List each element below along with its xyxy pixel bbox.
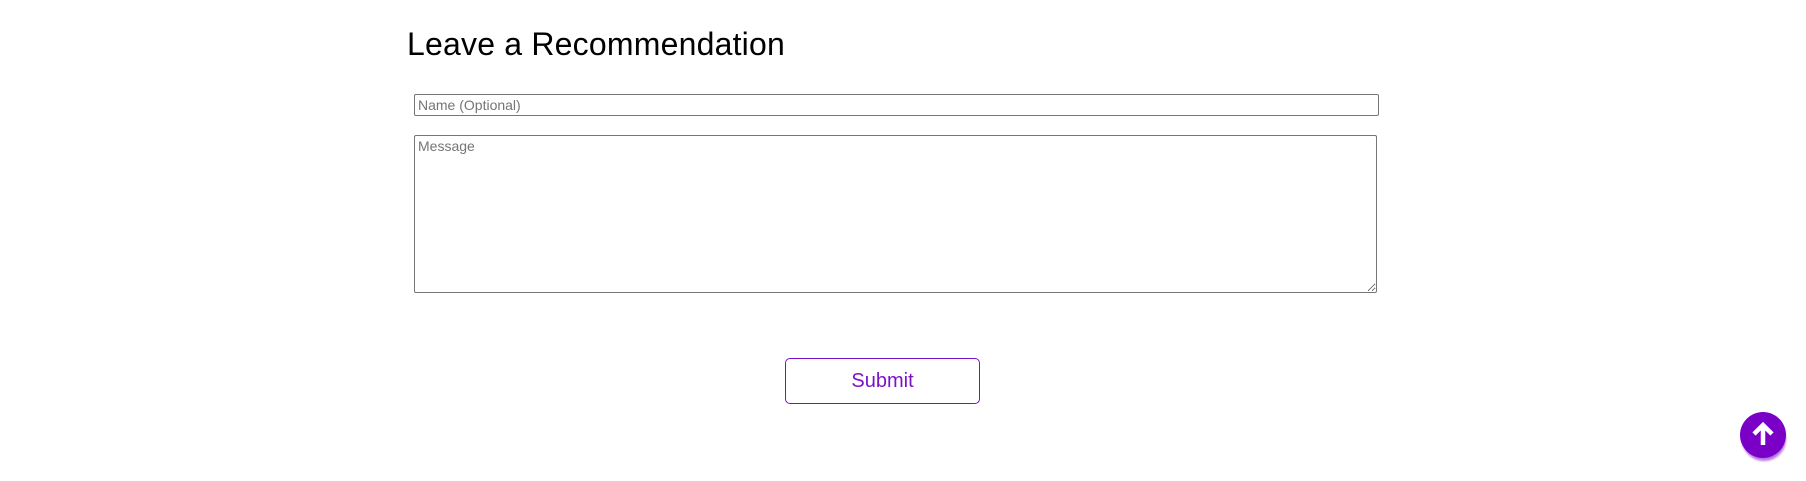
recommendation-section: Leave a Recommendation Submit (0, 0, 1806, 481)
arrow-up-icon (1748, 420, 1778, 450)
message-input[interactable] (414, 135, 1377, 293)
submit-button[interactable]: Submit (785, 358, 980, 404)
name-input[interactable] (414, 94, 1379, 116)
section-title: Leave a Recommendation (407, 26, 785, 62)
scroll-to-top-button[interactable] (1740, 412, 1786, 458)
